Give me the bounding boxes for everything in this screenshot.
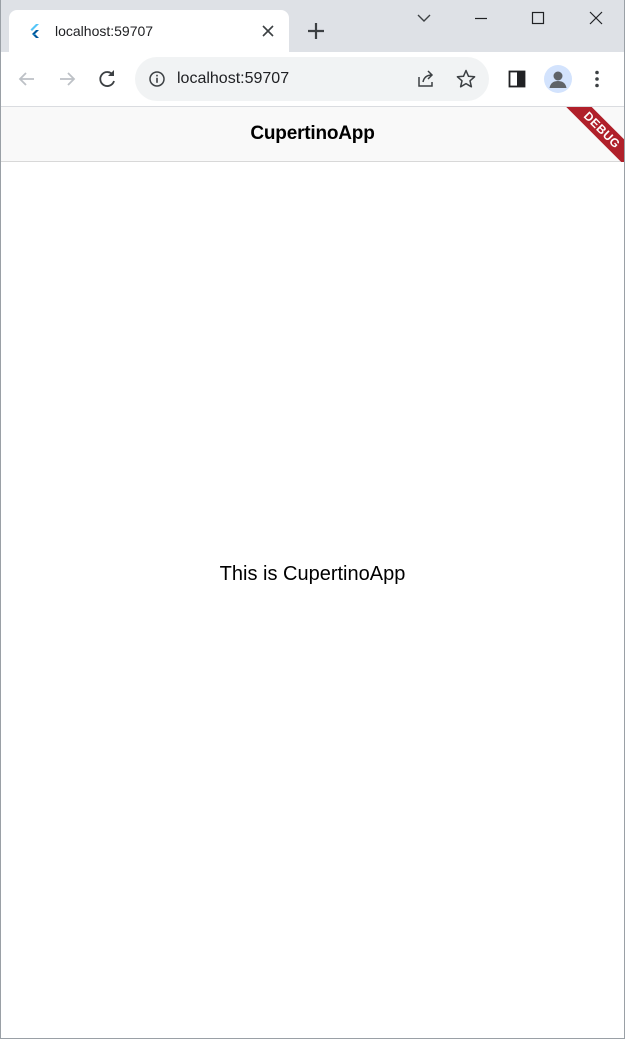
maximize-icon[interactable] — [524, 6, 552, 30]
profile-avatar[interactable] — [544, 65, 572, 93]
close-tab-icon[interactable] — [259, 22, 277, 40]
tab-title: localhost:59707 — [55, 23, 154, 39]
url-text: localhost:59707 — [177, 70, 290, 87]
tab-strip: localhost:59707 — [1, 0, 624, 52]
info-icon[interactable] — [148, 70, 166, 88]
flutter-logo-icon — [30, 24, 39, 38]
forward-arrow-icon[interactable] — [53, 65, 81, 93]
side-panel-icon[interactable] — [503, 65, 531, 93]
person-icon — [549, 71, 567, 88]
address-bar[interactable]: localhost:59707 — [135, 57, 489, 101]
app-body: This is CupertinoApp — [1, 162, 624, 1038]
tab-search-chevron-down-icon[interactable] — [410, 6, 438, 30]
minimize-icon[interactable] — [467, 6, 495, 30]
back-arrow-icon[interactable] — [13, 65, 41, 93]
bookmark-star-icon[interactable] — [455, 68, 477, 90]
browser-toolbar: localhost:59707 — [1, 52, 624, 107]
close-window-icon[interactable] — [582, 6, 610, 30]
body-text: This is CupertinoApp — [219, 563, 406, 585]
reload-icon[interactable] — [93, 65, 121, 93]
share-icon[interactable] — [415, 68, 437, 90]
browser-window: localhost:59707 localhost:59707 Cupertin… — [0, 0, 625, 1039]
new-tab-plus-icon[interactable] — [304, 19, 328, 43]
browser-tab[interactable]: localhost:59707 — [9, 10, 289, 52]
more-vertical-icon[interactable] — [583, 65, 611, 93]
